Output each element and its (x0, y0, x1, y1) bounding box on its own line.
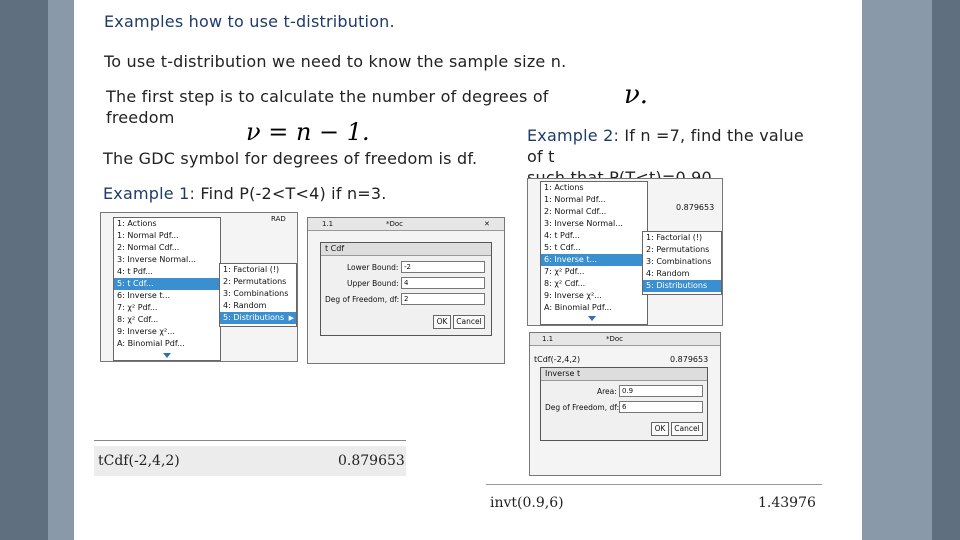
example1-label: Example 1: (103, 184, 196, 203)
history-expression: tCdf(-2,4,2) (534, 355, 581, 364)
chevron-right-icon: ▶ (288, 314, 294, 322)
frame-right-inner (862, 0, 932, 540)
menu-item[interactable]: 7: χ² Pdf... (114, 302, 220, 314)
result-value: 1.43976 (758, 495, 816, 511)
area-label: Area: (597, 387, 617, 396)
menu-item[interactable]: 4: t Pdf... (541, 230, 647, 242)
step-text-line1: The first step is to calculate the numbe… (106, 87, 549, 106)
cancel-button[interactable]: Cancel (671, 422, 703, 436)
menu-item[interactable]: 7: χ² Pdf... (541, 266, 647, 278)
submenu-item[interactable]: 1: Factorial (!) (220, 264, 296, 276)
example2-line1: Example 2: If n =7, find the value (527, 126, 804, 145)
menu-item[interactable]: 3: Inverse Normal... (541, 218, 647, 230)
tcdf-dialog: t Cdf Lower Bound: -2 Upper Bound: 4 Deg… (320, 242, 492, 336)
submenu: 1: Factorial (!) 2: Permutations 3: Comb… (219, 263, 297, 327)
menu-item[interactable]: 1: Normal Pdf... (114, 230, 220, 242)
submenu-item[interactable]: 3: Combinations (643, 256, 721, 268)
calculator-menu-screen-1: 1: Actions 1: Normal Pdf... 2: Normal Cd… (100, 212, 298, 362)
upper-bound-input[interactable]: 4 (401, 277, 485, 289)
rad-indicator: RAD (271, 215, 286, 223)
menu-item[interactable]: 3: Inverse Normal... (114, 254, 220, 266)
calculator-tcdf-screen: 1.1 *Doc ✕ t Cdf Lower Bound: -2 Upper B… (307, 217, 505, 364)
frame-left-inner (48, 0, 74, 540)
df-input[interactable]: 6 (619, 401, 703, 413)
menu-item[interactable]: 1: Actions (114, 218, 220, 230)
gdc-text: The GDC symbol for degrees of freedom is… (103, 149, 478, 168)
lower-bound-label: Lower Bound: (347, 263, 399, 272)
dialog-title: t Cdf (321, 243, 491, 256)
submenu-item[interactable]: 4: Random (220, 300, 296, 312)
example1-text: Example 1: Find P(-2<T<4) if n=3. (103, 184, 387, 203)
menu-item[interactable]: A: Binomial Pdf... (114, 338, 220, 350)
result-strip-1: tCdf(-2,4,2) 0.879653 (94, 446, 406, 476)
menu-item[interactable]: 8: χ² Cdf... (541, 278, 647, 290)
menu-screen-result: 0.879653 (676, 203, 715, 212)
doc-label: *Doc (386, 220, 404, 228)
result-strip-2: invt(0.9,6) 1.43976 (486, 490, 822, 518)
submenu-item[interactable]: 1: Factorial (!) (643, 232, 721, 244)
calc-header: 1.1 *Doc ✕ (308, 218, 504, 231)
example2-line2: of t (527, 147, 555, 166)
example1-body: Find P(-2<T<4) if n=3. (200, 184, 387, 203)
submenu-2: 1: Factorial (!) 2: Permutations 3: Comb… (642, 231, 722, 295)
cancel-button[interactable]: Cancel (453, 315, 485, 329)
doc-label: *Doc (606, 335, 624, 343)
frame-right (932, 0, 960, 540)
result-divider-2 (486, 484, 822, 485)
scroll-down-icon[interactable] (588, 316, 596, 321)
menu-item-selected[interactable]: 5: t Cdf... (114, 278, 220, 290)
menu-item[interactable]: 2: Normal Cdf... (541, 206, 647, 218)
scroll-down-icon[interactable] (163, 353, 171, 358)
intro-text: To use t-distribution we need to know th… (104, 52, 567, 71)
example2-label: Example 2: (527, 126, 620, 145)
menu-item[interactable]: 8: χ² Cdf... (114, 314, 220, 326)
slide-heading: Examples how to use t-distribution. (104, 12, 395, 31)
distribution-menu-2: 1: Actions 1: Normal Pdf... 2: Normal Cd… (540, 181, 648, 325)
lower-bound-input[interactable]: -2 (401, 261, 485, 273)
result-expression: tCdf(-2,4,2) (98, 453, 180, 469)
menu-item[interactable]: 5: t Cdf... (541, 242, 647, 254)
submenu-item[interactable]: 4: Random (643, 268, 721, 280)
df-input[interactable]: 2 (401, 293, 485, 305)
step-text-line2: freedom (106, 108, 175, 127)
submenu-item[interactable]: 3: Combinations (220, 288, 296, 300)
menu-item[interactable]: 4: t Pdf... (114, 266, 220, 278)
menu-item[interactable]: 1: Actions (541, 182, 647, 194)
nu-symbol: ν. (624, 80, 649, 110)
menu-item[interactable]: 9: Inverse χ²... (114, 326, 220, 338)
invt-dialog: Inverse t Area: 0.9 Deg of Freedom, df: … (540, 367, 708, 441)
calculator-invt-screen: 1.1 *Doc tCdf(-2,4,2) 0.879653 Inverse t… (529, 332, 721, 476)
menu-item[interactable]: 2: Normal Cdf... (114, 242, 220, 254)
submenu-item[interactable]: 2: Permutations (220, 276, 296, 288)
calculator-menu-screen-2: 1: Actions 1: Normal Pdf... 2: Normal Cd… (527, 178, 723, 326)
tab-label[interactable]: 1.1 (542, 335, 553, 343)
distribution-menu: 1: Actions 1: Normal Pdf... 2: Normal Cd… (113, 217, 221, 361)
example2-line1-text: If n =7, find the value (624, 126, 804, 145)
result-divider-1 (94, 440, 406, 441)
ok-button[interactable]: OK (651, 422, 669, 436)
upper-bound-label: Upper Bound: (347, 279, 399, 288)
result-value: 0.879653 (338, 453, 405, 469)
submenu-item-selected[interactable]: 5: Distributions ▶ (220, 312, 296, 324)
nu-formula: ν = n − 1. (246, 118, 370, 146)
df-label: Deg of Freedom, df: (325, 295, 400, 304)
tab-label[interactable]: 1.1 (322, 220, 333, 228)
df-label: Deg of Freedom, df: (545, 403, 620, 412)
ok-button[interactable]: OK (433, 315, 451, 329)
calc-header: 1.1 *Doc (530, 333, 720, 346)
frame-left (0, 0, 48, 540)
menu-item-selected[interactable]: 6: Inverse t... (541, 254, 647, 266)
menu-item[interactable]: 1: Normal Pdf... (541, 194, 647, 206)
submenu-item[interactable]: 2: Permutations (643, 244, 721, 256)
close-icon[interactable]: ✕ (484, 220, 490, 228)
dialog-title: Inverse t (541, 368, 707, 381)
menu-item[interactable]: 9: Inverse χ²... (541, 290, 647, 302)
menu-item[interactable]: A: Binomial Pdf... (541, 302, 647, 314)
history-value: 0.879653 (670, 355, 709, 364)
area-input[interactable]: 0.9 (619, 385, 703, 397)
menu-item[interactable]: 6: Inverse t... (114, 290, 220, 302)
result-expression: invt(0.9,6) (490, 495, 564, 511)
submenu-item-selected[interactable]: 5: Distributions (643, 280, 721, 292)
